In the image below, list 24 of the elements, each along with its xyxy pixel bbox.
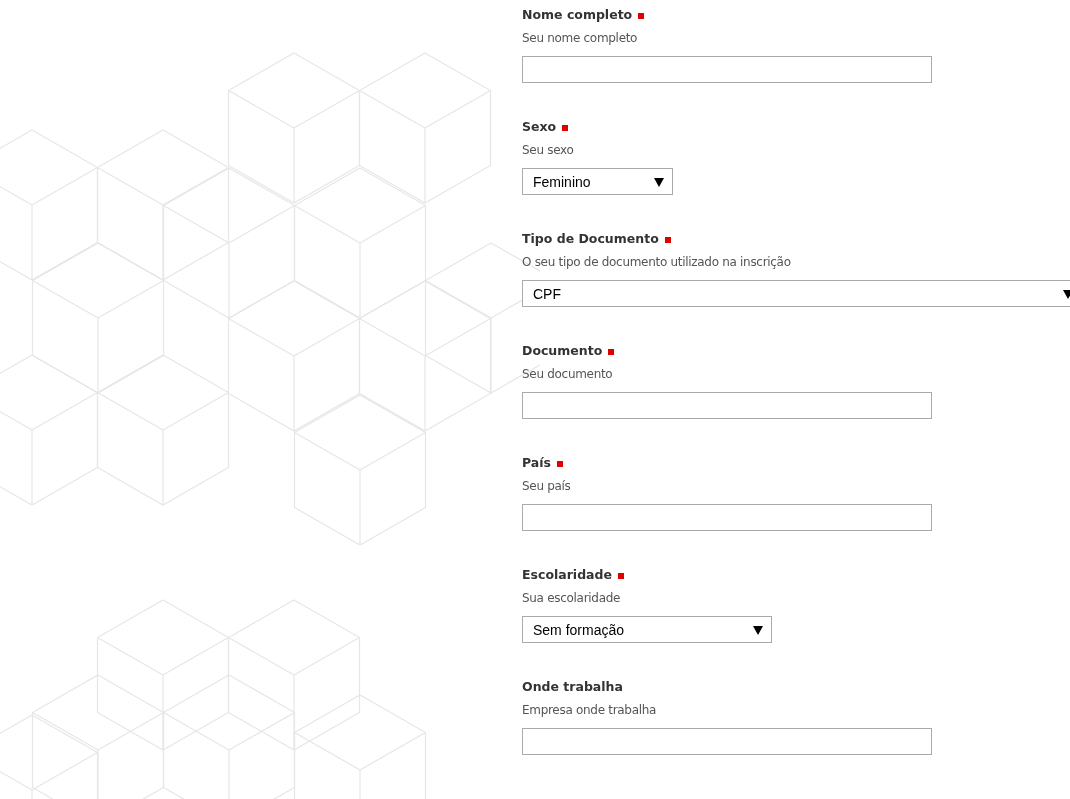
caret-icon <box>1063 288 1070 299</box>
dropdown[interactable]: CPF <box>522 280 1070 307</box>
input-field[interactable] <box>522 728 932 755</box>
field-label: Escolaridade <box>522 566 612 582</box>
field-label: País <box>522 454 551 470</box>
field-hint: O seu tipo de documento utilizado na inscrição <box>522 254 792 271</box>
caret-icon <box>753 624 763 635</box>
field-label: Tipo de Documento <box>522 230 659 246</box>
field-hint: Sua escolaridade <box>522 590 622 607</box>
field-hint: Seu documento <box>522 366 614 383</box>
dropdown[interactable]: Feminino <box>522 168 673 195</box>
field-hint: Empresa onde trabalha <box>522 702 658 719</box>
field-label: Nome completo <box>522 6 633 22</box>
field-hint: Seu sexo <box>522 142 575 159</box>
input-field[interactable] <box>522 392 932 419</box>
field-hint: Seu país <box>522 478 572 495</box>
field-hint: Seu nome completo <box>522 30 639 47</box>
field-label: Onde trabalha <box>522 678 623 694</box>
input-field[interactable] <box>522 504 932 531</box>
caret-icon <box>654 176 664 187</box>
dropdown[interactable]: Sem formação <box>522 616 772 643</box>
field-label: Sexo <box>522 118 557 134</box>
field-label: Documento <box>522 342 603 358</box>
input-field[interactable] <box>522 56 932 83</box>
